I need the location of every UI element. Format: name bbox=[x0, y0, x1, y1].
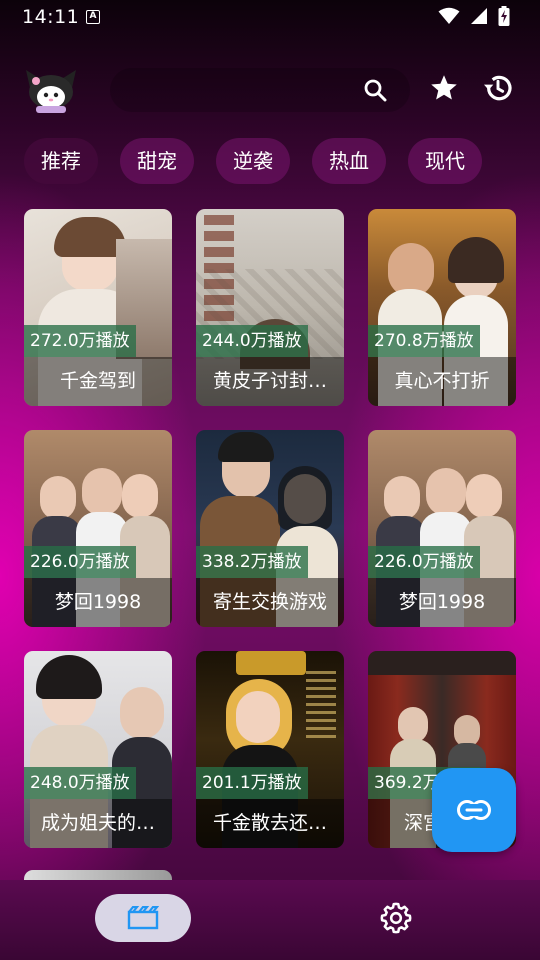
drama-title: 千金散去还… bbox=[212, 812, 327, 834]
status-time: 14:11 bbox=[22, 6, 80, 28]
drama-title: 黄皮子讨封… bbox=[212, 370, 327, 392]
tab-sweet[interactable]: 甜宠 bbox=[120, 138, 194, 184]
drama-title: 寄生交换游戏 bbox=[212, 591, 327, 613]
views-badge: 201.1万播放 bbox=[196, 767, 308, 799]
views-badge: 248.0万播放 bbox=[24, 767, 136, 799]
link-fab-button[interactable] bbox=[432, 768, 516, 852]
avatar[interactable] bbox=[24, 66, 78, 114]
tab-comeback[interactable]: 逆袭 bbox=[216, 138, 290, 184]
drama-card[interactable]: 270.8万播放 真心不打折 bbox=[368, 209, 516, 406]
category-tabs: 推荐 甜宠 逆袭 热血 现代 bbox=[24, 138, 540, 186]
drama-title: 真心不打折 bbox=[394, 370, 490, 392]
drama-card[interactable]: 244.0万播放 黄皮子讨封… bbox=[196, 209, 344, 406]
history-button[interactable] bbox=[478, 68, 518, 108]
drama-title: 千金驾到 bbox=[59, 370, 136, 392]
tab-recommended[interactable]: 推荐 bbox=[24, 138, 98, 184]
link-icon bbox=[457, 800, 491, 820]
drama-title: 梦回1998 bbox=[398, 591, 486, 613]
history-icon bbox=[484, 75, 512, 101]
drama-card[interactable]: 226.0万播放 梦回1998 bbox=[24, 430, 172, 627]
views-badge: 270.8万播放 bbox=[368, 325, 480, 357]
nav-videos-tab[interactable] bbox=[95, 894, 191, 942]
drama-title: 成为姐夫的… bbox=[40, 812, 155, 834]
drama-card[interactable]: 338.2万播放 寄生交换游戏 bbox=[196, 430, 344, 627]
drama-card[interactable]: 226.0万播放 梦回1998 bbox=[368, 430, 516, 627]
settings-gear-icon bbox=[380, 902, 412, 934]
signal-icon bbox=[471, 8, 487, 24]
tab-modern[interactable]: 现代 bbox=[408, 138, 482, 184]
header bbox=[0, 62, 540, 118]
search-button[interactable] bbox=[355, 70, 395, 110]
drama-card-partial[interactable] bbox=[24, 870, 172, 880]
drama-title: 梦回1998 bbox=[54, 591, 142, 613]
drama-card[interactable]: 272.0万播放 千金驾到 bbox=[24, 209, 172, 406]
tab-action[interactable]: 热血 bbox=[312, 138, 386, 184]
nav-settings-tab[interactable] bbox=[372, 894, 420, 942]
videos-icon bbox=[127, 906, 159, 930]
wifi-icon bbox=[438, 7, 460, 24]
views-badge: 338.2万播放 bbox=[196, 546, 308, 578]
bottom-nav bbox=[0, 880, 540, 960]
star-icon bbox=[431, 75, 457, 100]
drama-card[interactable]: 248.0万播放 成为姐夫的… bbox=[24, 651, 172, 848]
views-badge: 226.0万播放 bbox=[368, 546, 480, 578]
views-badge: 226.0万播放 bbox=[24, 546, 136, 578]
notification-a-icon: A bbox=[86, 10, 100, 24]
search-icon bbox=[364, 79, 387, 102]
battery-charging-icon bbox=[498, 6, 510, 26]
views-badge: 272.0万播放 bbox=[24, 325, 136, 357]
views-badge: 244.0万播放 bbox=[196, 325, 308, 357]
drama-card[interactable]: 201.1万播放 千金散去还… bbox=[196, 651, 344, 848]
status-icons bbox=[438, 6, 510, 26]
status-bar: 14:11 A bbox=[0, 0, 540, 34]
favorites-button[interactable] bbox=[424, 68, 464, 108]
kuromi-avatar-icon bbox=[26, 70, 76, 113]
